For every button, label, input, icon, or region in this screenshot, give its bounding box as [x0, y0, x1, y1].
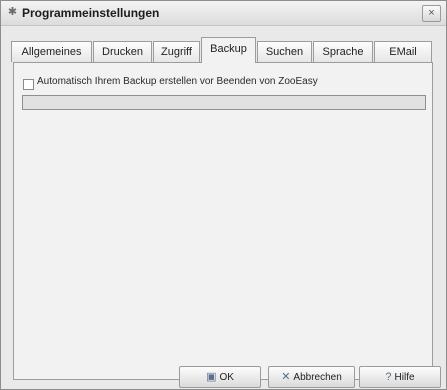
help-icon: ? [385, 371, 392, 383]
save-icon: ▣ [206, 371, 217, 383]
tab-zugriff[interactable]: Zugriff [153, 41, 200, 62]
dialog-title: Programmeinstellungen [22, 6, 160, 20]
cancel-icon: ✕ [281, 371, 291, 383]
auto-backup-checkbox[interactable] [23, 79, 34, 90]
title-bar[interactable]: ✱ Programmeinstellungen × [1, 1, 446, 26]
ok-button-label: OK [219, 372, 234, 383]
backup-path-field[interactable] [22, 95, 426, 110]
tab-email[interactable]: EMail [374, 41, 432, 62]
help-button-label: Hilfe [394, 372, 415, 383]
ok-button[interactable]: ▣ OK [179, 366, 261, 388]
cancel-button[interactable]: ✕ Abbrechen [268, 366, 355, 388]
tab-allgemeines[interactable]: Allgemeines [11, 41, 92, 62]
tab-drucken[interactable]: Drucken [93, 41, 152, 62]
gear-icon: ✱ [7, 6, 18, 18]
settings-dialog: ✱ Programmeinstellungen × Allgemeines Dr… [0, 0, 447, 390]
close-icon: × [428, 7, 435, 19]
dialog-button-bar: ▣ OK ✕ Abbrechen ? Hilfe [179, 366, 441, 388]
help-button[interactable]: ? Hilfe [359, 366, 441, 388]
close-button[interactable]: × [422, 5, 441, 22]
tab-suchen[interactable]: Suchen [257, 41, 312, 62]
auto-backup-label[interactable]: Automatisch Ihrem Backup erstellen vor B… [37, 76, 318, 87]
cancel-button-label: Abbrechen [293, 372, 342, 383]
backup-panel: Automatisch Ihrem Backup erstellen vor B… [13, 62, 433, 380]
tab-sprache[interactable]: Sprache [313, 41, 373, 62]
tab-backup[interactable]: Backup [201, 37, 256, 63]
